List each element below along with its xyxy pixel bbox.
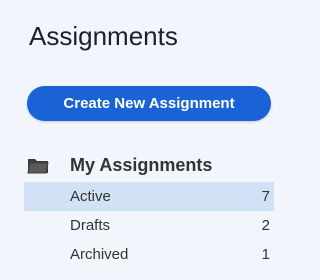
- list-item-count: 7: [261, 188, 270, 205]
- my-assignments-section[interactable]: My Assignments: [27, 152, 277, 178]
- list-item-label: Active: [70, 188, 111, 205]
- assignment-filter-list: Active 7 Drafts 2 Archived 1: [24, 182, 274, 269]
- list-item-drafts[interactable]: Drafts 2: [24, 211, 274, 240]
- list-item-label: Drafts: [70, 217, 111, 234]
- folder-icon: [27, 156, 49, 174]
- list-item-count: 1: [261, 246, 270, 263]
- section-label: My Assignments: [70, 154, 213, 175]
- list-item-active[interactable]: Active 7: [24, 182, 274, 211]
- list-item-label: Archived: [70, 246, 129, 263]
- create-new-assignment-button[interactable]: Create New Assignment: [27, 86, 271, 121]
- list-item-count: 2: [261, 217, 270, 234]
- page-title: Assignments: [29, 21, 178, 51]
- list-item-archived[interactable]: Archived 1: [24, 240, 274, 269]
